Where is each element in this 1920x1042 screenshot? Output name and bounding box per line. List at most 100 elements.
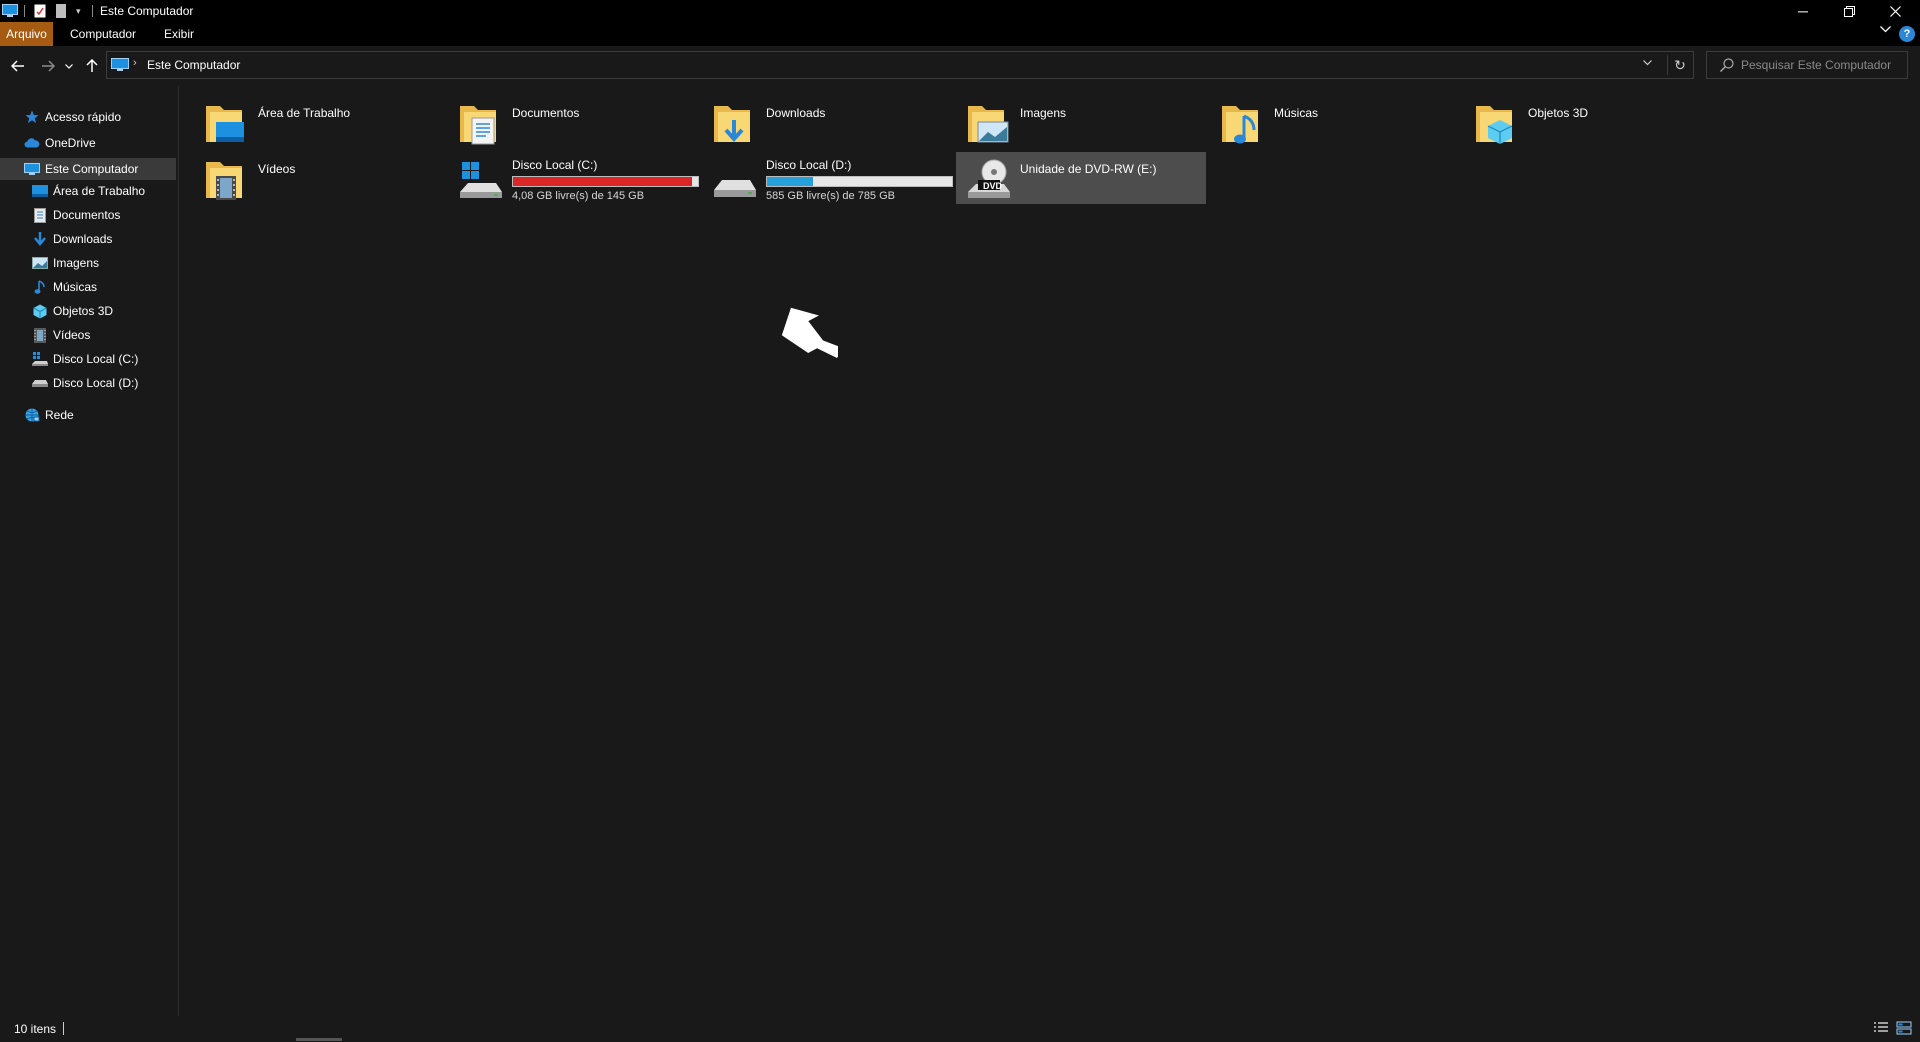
breadcrumb-this-pc[interactable]: Este Computador bbox=[147, 58, 240, 72]
sidebar-item-label: Disco Local (C:) bbox=[53, 352, 139, 366]
folder-videos[interactable]: Vídeos bbox=[194, 152, 444, 204]
folder-label: Objetos 3D bbox=[1528, 106, 1589, 120]
quick-access-divider bbox=[24, 5, 25, 17]
this-pc-icon bbox=[24, 161, 40, 177]
drive-usage-fill bbox=[767, 177, 814, 186]
sidebar-item-label: OneDrive bbox=[45, 136, 96, 150]
tab-exibir[interactable]: Exibir bbox=[164, 22, 194, 46]
mouse-pointer-icon bbox=[782, 307, 838, 359]
chevron-down-icon bbox=[65, 63, 73, 69]
back-button[interactable] bbox=[8, 56, 28, 76]
ribbon-tabs: Arquivo Computador Exibir bbox=[0, 22, 1920, 46]
close-icon bbox=[1889, 5, 1901, 17]
sidebar-item-label: Área de Trabalho bbox=[53, 184, 146, 198]
drive-icon bbox=[714, 180, 756, 197]
minimize-button[interactable]: ─ bbox=[1780, 0, 1826, 22]
drive-icon bbox=[32, 375, 48, 391]
tab-arquivo[interactable]: Arquivo bbox=[0, 22, 53, 46]
system-drive-icon bbox=[460, 162, 502, 198]
folder-label: Downloads bbox=[766, 106, 826, 120]
3d-objects-icon bbox=[32, 303, 48, 319]
minimize-icon: ─ bbox=[1798, 3, 1808, 19]
large-icons-view-icon[interactable] bbox=[1896, 1021, 1912, 1035]
sidebar-item-label: Objetos 3D bbox=[53, 304, 114, 318]
drive-label: Unidade de DVD-RW (E:) bbox=[1020, 162, 1157, 176]
new-folder-icon[interactable] bbox=[56, 3, 70, 19]
window-title: Este Computador bbox=[100, 4, 194, 18]
sidebar-item-drive-c[interactable]: Disco Local (C:) bbox=[0, 348, 176, 370]
drive-usage-fill bbox=[513, 177, 693, 186]
sidebar-item-music[interactable]: Músicas bbox=[0, 276, 176, 298]
restore-button[interactable] bbox=[1826, 0, 1872, 22]
folder-pictures[interactable]: Imagens bbox=[956, 96, 1206, 148]
help-icon[interactable]: ? bbox=[1899, 26, 1915, 42]
sidebar-item-this-pc[interactable]: Este Computador bbox=[0, 158, 176, 180]
sidebar-item-pictures[interactable]: Imagens bbox=[0, 252, 176, 274]
expand-ribbon-icon[interactable] bbox=[1880, 24, 1894, 36]
item-count: 10 itens bbox=[14, 1022, 57, 1036]
details-view-icon[interactable] bbox=[1873, 1021, 1889, 1035]
desktop-icon bbox=[32, 183, 48, 199]
dvd-badge: DVD bbox=[983, 181, 1003, 191]
up-button[interactable] bbox=[82, 56, 102, 76]
forward-button[interactable] bbox=[38, 56, 58, 76]
sidebar-item-label: Este Computador bbox=[45, 162, 139, 176]
drive-dvd-e[interactable]: DVD Unidade de DVD-RW (E:) bbox=[956, 152, 1206, 204]
content-area: Área de Trabalho Documentos Downloads Im… bbox=[179, 86, 1920, 1016]
tab-computador[interactable]: Computador bbox=[70, 22, 136, 46]
folder-music[interactable]: Músicas bbox=[1210, 96, 1460, 148]
sidebar-item-quick-access[interactable]: Acesso rápido bbox=[0, 106, 176, 128]
desktop-folder-icon bbox=[206, 106, 244, 142]
properties-icon[interactable] bbox=[34, 3, 48, 19]
music-folder-icon bbox=[1222, 106, 1258, 144]
recent-locations-button[interactable] bbox=[62, 56, 76, 76]
sidebar-item-3d-objects[interactable]: Objetos 3D bbox=[0, 300, 176, 322]
drive-usage-bar bbox=[512, 176, 699, 187]
arrow-left-icon bbox=[11, 60, 24, 72]
address-bar[interactable]: › Este Computador ↻ bbox=[106, 51, 1694, 79]
sidebar-item-label: Vídeos bbox=[53, 328, 91, 342]
sidebar-item-network[interactable]: Rede bbox=[0, 404, 176, 426]
search-box[interactable] bbox=[1706, 51, 1908, 79]
drive-label: Disco Local (D:) bbox=[766, 158, 852, 172]
refresh-button[interactable]: ↻ bbox=[1667, 55, 1692, 75]
sidebar-item-desktop[interactable]: Área de Trabalho bbox=[0, 180, 176, 202]
sidebar-item-label: Disco Local (D:) bbox=[53, 376, 139, 390]
this-pc-icon bbox=[111, 58, 129, 72]
close-button[interactable] bbox=[1872, 0, 1918, 22]
folder-3d-objects[interactable]: Objetos 3D bbox=[1464, 96, 1714, 148]
sidebar-item-label: Imagens bbox=[53, 256, 100, 270]
drive-c[interactable]: Disco Local (C:) 4,08 GB livre(s) de 145… bbox=[448, 152, 699, 204]
sidebar-item-documents[interactable]: Documentos bbox=[0, 204, 176, 226]
sidebar-item-label: Acesso rápido bbox=[45, 110, 122, 124]
address-history-dropdown-icon[interactable] bbox=[1643, 58, 1652, 69]
drive-usage-bar bbox=[766, 176, 953, 187]
documents-icon bbox=[32, 207, 48, 223]
downloads-icon bbox=[32, 231, 48, 247]
customize-quick-access-icon[interactable]: ▾ bbox=[76, 3, 86, 19]
folder-downloads[interactable]: Downloads bbox=[702, 96, 952, 148]
folder-label: Documentos bbox=[512, 106, 580, 120]
search-input[interactable] bbox=[1741, 54, 1901, 76]
sidebar-item-downloads[interactable]: Downloads bbox=[0, 228, 176, 250]
folder-documents[interactable]: Documentos bbox=[448, 96, 698, 148]
navigation-pane: Acesso rápido OneDrive Este Computador Á… bbox=[0, 86, 179, 1016]
videos-folder-icon bbox=[206, 162, 242, 200]
folder-label: Imagens bbox=[1020, 106, 1067, 120]
folder-label: Vídeos bbox=[258, 162, 296, 176]
music-icon bbox=[32, 279, 48, 295]
address-row: › Este Computador ↻ bbox=[0, 46, 1920, 86]
sidebar-item-drive-d[interactable]: Disco Local (D:) bbox=[0, 372, 176, 394]
folder-label: Área de Trabalho bbox=[258, 106, 351, 120]
horizontal-scrollbar-thumb[interactable] bbox=[296, 1038, 342, 1041]
drive-free-space: 585 GB livre(s) de 785 GB bbox=[766, 190, 896, 202]
sidebar-item-videos[interactable]: Vídeos bbox=[0, 324, 176, 346]
breadcrumb-chevron-icon[interactable]: › bbox=[133, 57, 137, 69]
title-bar: ▾ Este Computador ─ bbox=[0, 0, 1920, 22]
folder-desktop[interactable]: Área de Trabalho bbox=[194, 96, 444, 148]
this-pc-app-icon[interactable] bbox=[2, 3, 18, 19]
network-icon bbox=[24, 407, 40, 423]
dvd-drive-icon bbox=[968, 159, 1010, 198]
drive-d[interactable]: Disco Local (D:) 585 GB livre(s) de 785 … bbox=[702, 152, 953, 204]
sidebar-item-onedrive[interactable]: OneDrive bbox=[0, 132, 176, 154]
